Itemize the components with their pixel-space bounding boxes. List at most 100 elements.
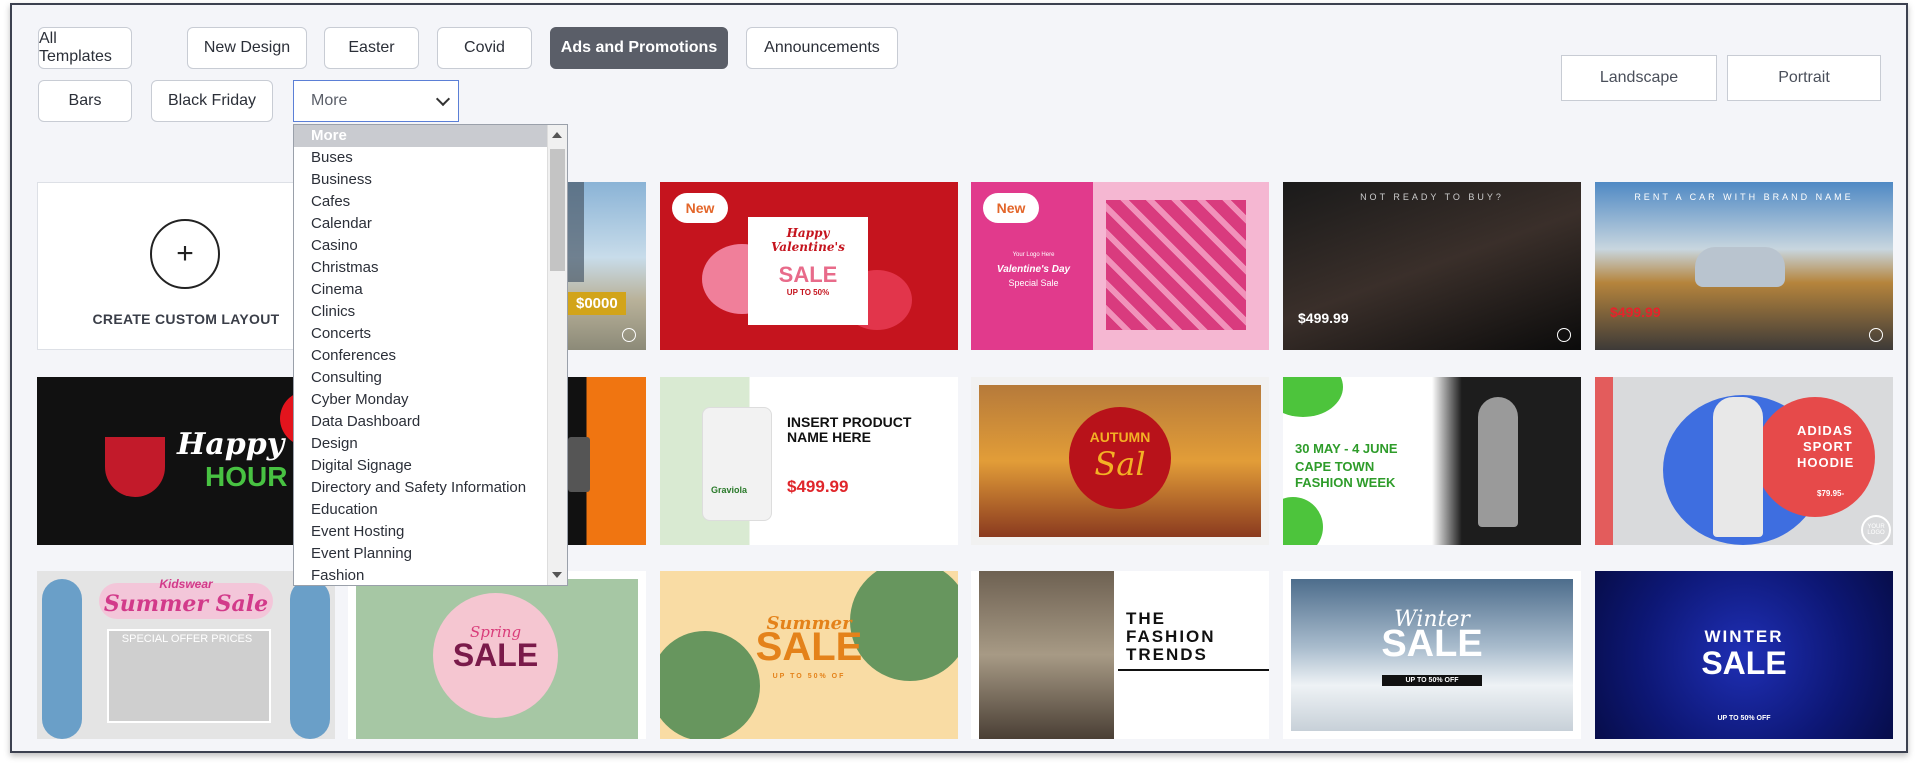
template-text: NOT READY TO BUY? [1360, 192, 1504, 202]
template-text: THE [1126, 609, 1166, 628]
template-text: SALE [1381, 623, 1483, 665]
dropdown-option[interactable]: Digital Signage [294, 455, 548, 477]
model-image [1478, 397, 1518, 527]
template-price: $0000 [568, 292, 626, 315]
category-bars[interactable]: Bars [38, 80, 132, 122]
dropdown-option[interactable]: Business [294, 169, 548, 191]
template-thumbnail[interactable]: AUTUMN Sal [971, 377, 1269, 545]
template-text: UP TO 50% OFF [1717, 715, 1771, 722]
template-text: Valentine's [771, 240, 845, 254]
template-text: Happy [177, 427, 285, 462]
template-text: SALE [778, 262, 838, 287]
template-text: SALE [452, 637, 539, 673]
category-easter[interactable]: Easter [324, 27, 419, 69]
template-price: $499.99 [1610, 304, 1661, 320]
dropdown-option[interactable]: Concerts [294, 323, 548, 345]
new-badge: New [983, 193, 1039, 223]
template-text: Graviola [711, 485, 748, 495]
gift-heart-decoration [1106, 200, 1246, 330]
dropdown-options-list: More Buses Business Cafes Calendar Casin… [294, 125, 548, 585]
dropdown-option[interactable]: Directory and Safety Information [294, 477, 548, 499]
template-text: FASHION [1126, 627, 1216, 646]
dropdown-option[interactable]: Conferences [294, 345, 548, 367]
template-text: SPORT [1803, 439, 1853, 454]
chevron-down-icon [435, 91, 451, 107]
portrait-button[interactable]: Portrait [1727, 55, 1881, 101]
create-custom-layout-card[interactable]: + CREATE CUSTOM LAYOUT [37, 182, 335, 350]
template-thumbnail[interactable]: 30 MAY - 4 JUNE CAPE TOWN FASHION WEEK [1283, 377, 1581, 545]
scroll-up-arrow-icon[interactable] [552, 132, 562, 138]
plus-icon: + [150, 219, 220, 289]
template-thumbnail[interactable]: Kidswear Summer Sale SPECIAL OFFER PRICE… [37, 571, 335, 739]
template-text: AUTUMN [1089, 429, 1151, 445]
logo-icon [622, 328, 636, 342]
template-thumbnail[interactable]: Summer SALE UP TO 50% OF [660, 571, 958, 739]
template-thumbnail[interactable]: ADIDAS SPORT HOODIE $79.95- YOUR LOGO [1595, 377, 1893, 545]
dropdown-option[interactable]: Cyber Monday [294, 389, 548, 411]
template-text: Kidswear [159, 577, 213, 591]
more-select-value: More [311, 92, 348, 109]
template-thumbnail[interactable]: RENT A CAR WITH BRAND NAME $499.99 [1595, 182, 1893, 350]
dropdown-option[interactable]: Data Dashboard [294, 411, 548, 433]
category-ads-and-promotions[interactable]: Ads and Promotions [550, 27, 728, 69]
template-thumbnail[interactable]: Happy HOUR [37, 377, 335, 545]
dumbbell-image [568, 437, 590, 492]
template-thumbnail[interactable]: NOT READY TO BUY? $499.99 [1283, 182, 1581, 350]
dropdown-option[interactable]: More [294, 125, 548, 147]
template-thumbnail[interactable]: Spring SALE [348, 571, 646, 739]
template-thumbnail[interactable]: WINTER SALE UP TO 50% OFF [1595, 571, 1893, 739]
more-categories-select[interactable]: More [293, 80, 459, 122]
dropdown-option[interactable]: Event Planning [294, 543, 548, 565]
scroll-down-arrow-icon[interactable] [552, 572, 562, 578]
template-price: $499.99 [787, 477, 849, 496]
dropdown-option[interactable]: Education [294, 499, 548, 521]
template-thumbnail[interactable]: New Happy Valentine's SALE UP TO 50% [660, 182, 958, 350]
category-new-design[interactable]: New Design [187, 27, 307, 69]
template-text: Your Logo Here [1012, 252, 1055, 258]
template-price: $79.95- [1817, 489, 1845, 498]
template-price: $499.99 [1298, 310, 1349, 326]
template-text: RENT A CAR WITH BRAND NAME [1634, 192, 1854, 202]
template-thumbnail[interactable]: Graviola INSERT PRODUCT NAME HERE $499.9… [660, 377, 958, 545]
template-text: Valentine's Day [996, 264, 1071, 275]
template-text: CAPE TOWN [1295, 459, 1375, 474]
category-all-templates[interactable]: All Templates [38, 27, 132, 69]
dropdown-option[interactable]: Event Hosting [294, 521, 548, 543]
template-thumbnail[interactable]: New Your Logo Here Valentine's Day Speci… [971, 182, 1269, 350]
model-image [1713, 397, 1763, 537]
dropdown-option[interactable]: Design [294, 433, 548, 455]
template-text: SALE [1701, 645, 1787, 681]
new-badge: New [672, 193, 728, 223]
template-thumbnail[interactable]: Winter SALE UP TO 50% OFF [1283, 571, 1581, 739]
category-covid[interactable]: Covid [437, 27, 532, 69]
dropdown-option[interactable]: Clinics [294, 301, 548, 323]
template-text: 30 MAY - 4 JUNE [1295, 441, 1398, 456]
logo-icon [1869, 328, 1883, 342]
create-custom-layout-label: CREATE CUSTOM LAYOUT [92, 311, 280, 327]
scrollbar-thumb[interactable] [550, 149, 565, 271]
template-text: FASHION WEEK [1295, 475, 1396, 490]
dropdown-option[interactable]: Christmas [294, 257, 548, 279]
dropdown-option[interactable]: Fashion [294, 565, 548, 585]
logo-badge: YOUR LOGO [1861, 515, 1891, 545]
cocktail-image [105, 437, 165, 497]
template-text: Happy [786, 226, 830, 240]
model-image [979, 571, 1114, 739]
product-bottle-image [702, 407, 772, 521]
more-categories-dropdown[interactable]: More Buses Business Cafes Calendar Casin… [293, 124, 568, 586]
category-black-friday[interactable]: Black Friday [151, 80, 273, 122]
dropdown-scrollbar[interactable] [547, 125, 567, 585]
dropdown-option[interactable]: Casino [294, 235, 548, 257]
template-text: UP TO 50% [786, 288, 830, 297]
category-announcements[interactable]: Announcements [746, 27, 898, 69]
template-thumbnail[interactable]: THE FASHION TRENDS [971, 571, 1269, 739]
template-text: Special Sale [1008, 278, 1059, 288]
dropdown-option[interactable]: Buses [294, 147, 548, 169]
dropdown-option[interactable]: Calendar [294, 213, 548, 235]
template-text: UP TO 50% OFF [1382, 675, 1482, 686]
template-text: TRENDS [1126, 645, 1208, 664]
landscape-button[interactable]: Landscape [1561, 55, 1717, 101]
dropdown-option[interactable]: Cinema [294, 279, 548, 301]
dropdown-option[interactable]: Cafes [294, 191, 548, 213]
dropdown-option[interactable]: Consulting [294, 367, 548, 389]
